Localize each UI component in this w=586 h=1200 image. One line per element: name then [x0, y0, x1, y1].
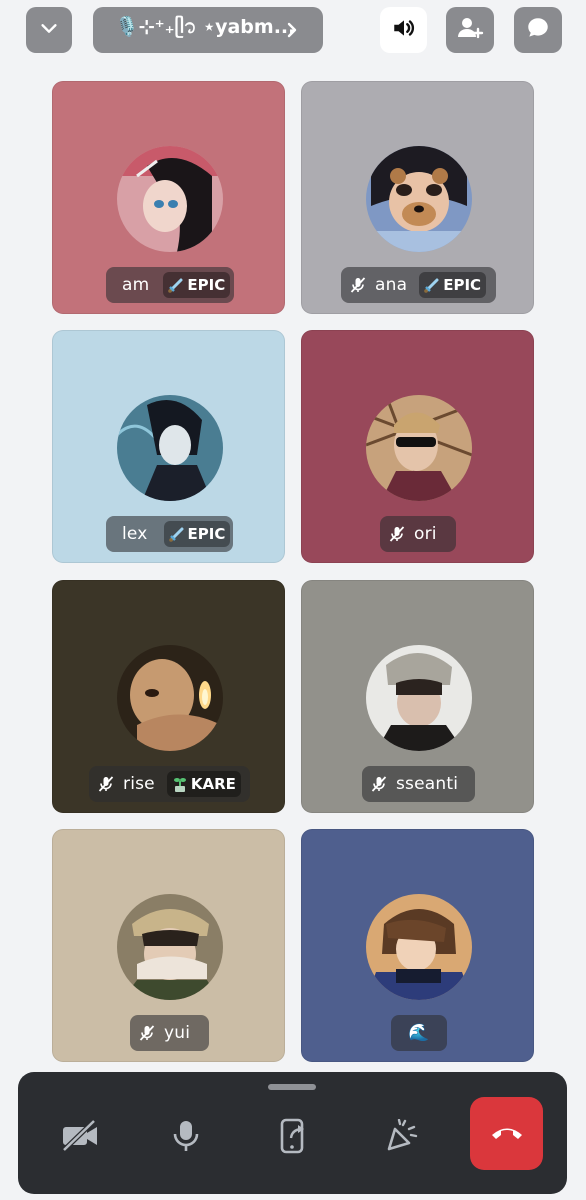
avatar[interactable]: [366, 894, 472, 1000]
microphone-icon: [172, 1119, 200, 1157]
mic-muted-icon: [138, 1024, 156, 1042]
badge-label: EPIC: [443, 276, 482, 294]
avatar[interactable]: [117, 894, 223, 1000]
drag-handle[interactable]: [268, 1084, 316, 1090]
participant-name: lex: [122, 524, 148, 544]
badge-label: KARE: [190, 775, 236, 793]
camera-off-icon: [61, 1119, 99, 1157]
participant-name: 🌊: [408, 1023, 430, 1043]
avatar[interactable]: [117, 395, 223, 501]
nameplate: ori: [380, 516, 456, 552]
screen-share-button[interactable]: [258, 1102, 330, 1174]
participant-tile[interactable]: ana EPIC: [301, 81, 534, 314]
participant-name: am: [122, 275, 150, 295]
sword-icon: [168, 525, 186, 543]
participant-name: sseanti: [396, 774, 459, 794]
soundboard-button[interactable]: [365, 1102, 437, 1174]
server-tag-badge: KARE: [166, 771, 241, 797]
badge-label: EPIC: [187, 276, 226, 294]
end-call-icon: [489, 1122, 525, 1146]
participant-tile[interactable]: 🌊: [301, 829, 534, 1062]
mic-muted-icon: [388, 525, 406, 543]
badge-label: EPIC: [187, 525, 226, 543]
server-tag-badge: EPIC: [163, 272, 231, 298]
participant-tile[interactable]: ori: [301, 330, 534, 563]
mic-muted-icon: [349, 276, 367, 294]
participant-tile[interactable]: rise KARE: [52, 580, 285, 813]
avatar[interactable]: [366, 395, 472, 501]
soundboard-icon: [383, 1118, 419, 1157]
microphone-toggle-button[interactable]: [150, 1102, 222, 1174]
nameplate: ana EPIC: [341, 267, 496, 303]
nameplate: 🌊: [391, 1015, 447, 1051]
end-call-button[interactable]: [470, 1097, 543, 1170]
mic-muted-icon: [370, 775, 388, 793]
participant-tile[interactable]: sseanti: [301, 580, 534, 813]
participant-tile[interactable]: lex EPIC: [52, 330, 285, 563]
server-tag-badge: EPIC: [163, 521, 231, 547]
screen-share-icon: [279, 1118, 309, 1158]
server-tag-badge: EPIC: [419, 272, 487, 298]
nameplate: yui: [130, 1015, 209, 1051]
mic-muted-icon: [97, 775, 115, 793]
participant-tile[interactable]: yui: [52, 829, 285, 1062]
avatar[interactable]: [117, 146, 223, 252]
avatar[interactable]: [366, 645, 472, 751]
avatar[interactable]: [117, 645, 223, 751]
camera-toggle-button[interactable]: [44, 1102, 116, 1174]
sword-icon: [423, 276, 441, 294]
avatar[interactable]: [366, 146, 472, 252]
participant-grid: am EPIC ana EPIC lex EPIC ori rise KARE …: [0, 0, 586, 1070]
participant-tile[interactable]: am EPIC: [52, 81, 285, 314]
participant-name: yui: [164, 1023, 191, 1043]
nameplate: am EPIC: [106, 267, 234, 303]
nameplate: rise KARE: [89, 766, 250, 802]
participant-name: ana: [375, 275, 408, 295]
call-controls-bar: [18, 1072, 567, 1194]
nameplate: sseanti: [362, 766, 475, 802]
participant-name: rise: [123, 774, 155, 794]
participant-name: ori: [414, 524, 437, 544]
sword-icon: [167, 276, 185, 294]
nameplate: lex EPIC: [106, 516, 233, 552]
sprout-icon: [171, 775, 189, 793]
